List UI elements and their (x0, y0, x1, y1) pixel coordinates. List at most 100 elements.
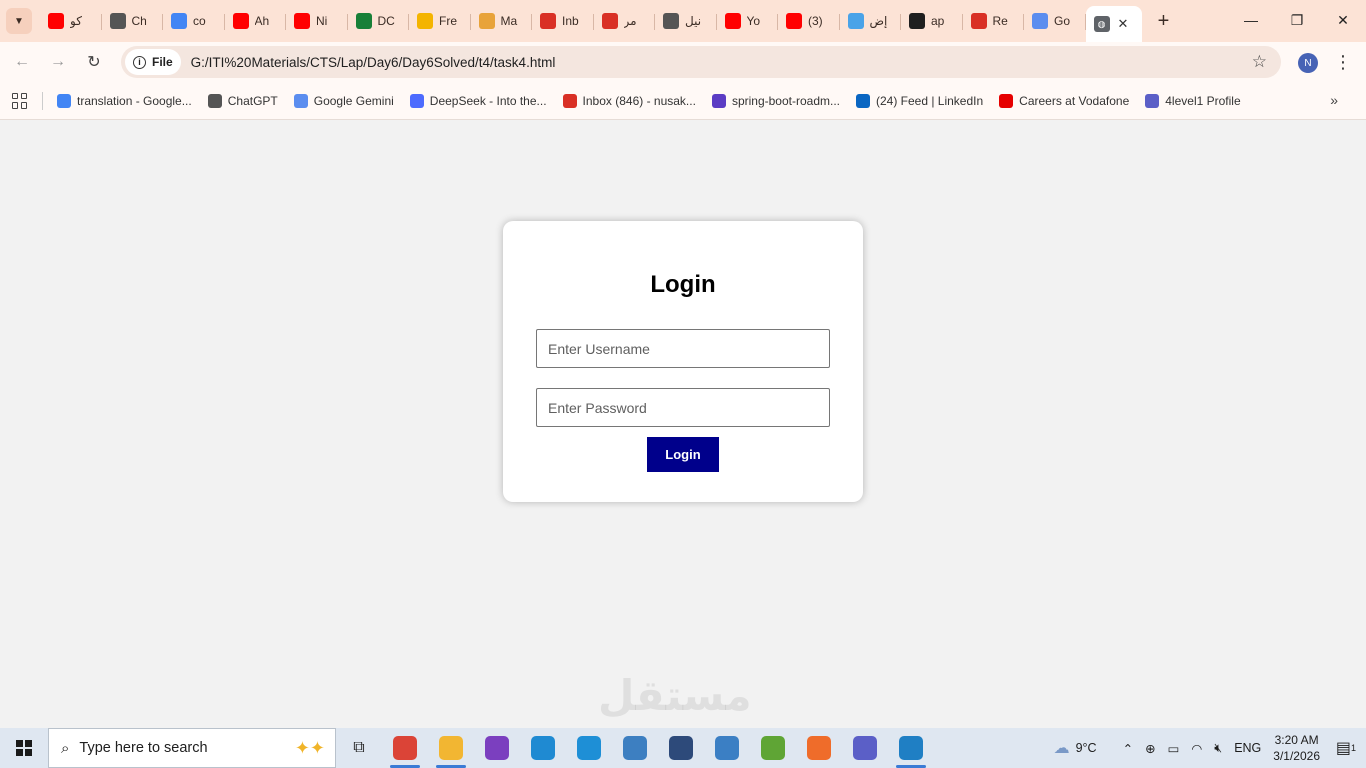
language-indicator[interactable]: ENG (1228, 728, 1267, 768)
taskbar-app-chrome[interactable] (382, 728, 428, 768)
taskbar-app-app-2[interactable] (704, 728, 750, 768)
login-button[interactable]: Login (647, 437, 719, 472)
restore-button[interactable]: ❐ (1274, 0, 1320, 40)
youtube-icon (48, 13, 64, 29)
browser-tab[interactable]: (3) (778, 5, 840, 37)
bookmarks-divider (42, 91, 43, 110)
browser-tab[interactable]: Yo (717, 5, 779, 37)
browser-tab[interactable]: Re (963, 5, 1025, 37)
chevron-double-right-icon[interactable]: » (1330, 92, 1338, 108)
bookmark-label: Careers at Vodafone (1019, 93, 1130, 108)
bookmark-item[interactable]: Google Gemini (293, 93, 394, 108)
bookmark-item[interactable]: translation - Google... (57, 93, 192, 108)
network-status[interactable]: ⊕ (1139, 728, 1161, 768)
tray-overflow-button[interactable]: ⌃ (1117, 728, 1139, 768)
sparkle-icon: ✦✦ (294, 737, 325, 758)
taskbar-app-vscode[interactable] (520, 728, 566, 768)
wifi-status[interactable]: ◠ (1185, 728, 1208, 768)
volume-control[interactable]: 🔇︎ (1208, 728, 1228, 768)
taskbar: ⌕ Type here to search ✦✦ ⧉ ☁ 9°C ⌃ ⊕ ▭ ◠… (0, 728, 1366, 768)
bookmark-item[interactable]: Careers at Vodafone (999, 93, 1130, 108)
back-button[interactable]: ← (4, 44, 40, 80)
browser-tab[interactable]: Inb (532, 5, 594, 37)
window-controls: — ❐ ✕ (1228, 0, 1366, 40)
folder-icon (439, 736, 463, 760)
address-bar[interactable]: i File G:/ITI%20Materials/CTS/Lap/Day6/D… (121, 46, 1281, 78)
browser-tab[interactable]: Go (1024, 5, 1086, 37)
browser-tab[interactable]: DC (348, 5, 410, 37)
taskbar-search[interactable]: ⌕ Type here to search ✦✦ (48, 728, 336, 768)
bookmark-label: DeepSeek - Into the... (429, 93, 547, 108)
bookmark-item[interactable]: (24) Feed | LinkedIn (855, 93, 983, 108)
browser-tab[interactable]: نيل (655, 5, 717, 37)
browser-tab-active[interactable]: ◍ ✕ (1085, 6, 1142, 42)
browser-tab[interactable]: Ch (102, 5, 164, 37)
username-input[interactable] (536, 329, 830, 368)
notification-count: 1 (1351, 743, 1357, 753)
browser-tab[interactable]: Ah (225, 5, 287, 37)
chrome-icon (393, 736, 417, 760)
browser-tab[interactable]: Ni (286, 5, 348, 37)
bookmark-item[interactable]: 4level1 Profile (1145, 93, 1241, 108)
bookmark-item[interactable]: Inbox (846) - nusak... (562, 93, 696, 108)
tab-list: كو Ch co Ah Ni DC Fre Ma Inb مر نيل Yo (3) إض ap Re Go ◍ ✕ (40, 0, 1142, 42)
taskbar-app-teams[interactable] (842, 728, 888, 768)
reload-button[interactable]: ↻ (76, 44, 112, 80)
close-tab-icon[interactable]: ✕ (1118, 16, 1129, 32)
notifications-button[interactable]: ▤ 1 (1326, 728, 1366, 768)
profile-avatar[interactable]: N (1298, 53, 1318, 73)
visual-studio-icon (485, 736, 509, 760)
globe-icon: ⊕ (1145, 741, 1156, 756)
browser-tab[interactable]: Fre (409, 5, 471, 37)
app-icon (669, 736, 693, 760)
taskbar-app-file-explorer[interactable] (428, 728, 474, 768)
apps-grid-icon[interactable] (12, 92, 28, 109)
clock[interactable]: 3:20 AM 3/1/2026 (1267, 728, 1326, 768)
minimize-icon: — (1244, 12, 1258, 28)
browser-tab[interactable]: مر (594, 5, 656, 37)
reload-icon: ↻ (87, 54, 101, 71)
tab-search-button[interactable]: ▼ (6, 8, 32, 34)
site-info-chip[interactable]: i File (125, 49, 181, 75)
bookmark-label: translation - Google... (77, 93, 192, 108)
bookmark-item[interactable]: DeepSeek - Into the... (409, 93, 547, 108)
browser-tab[interactable]: إض (840, 5, 902, 37)
password-input[interactable] (536, 388, 830, 427)
tab-title: كو (70, 14, 82, 28)
chatgpt-icon (109, 13, 126, 29)
browser-tab[interactable]: Ma (471, 5, 533, 37)
star-icon[interactable]: ☆ (1252, 52, 1267, 72)
weather-temp: 9°C (1075, 741, 1097, 755)
close-window-button[interactable]: ✕ (1320, 0, 1366, 40)
browser-tab[interactable]: ap (901, 5, 963, 37)
browser-tab[interactable]: co (163, 5, 225, 37)
taskbar-app-spring[interactable] (750, 728, 796, 768)
vscode-icon (531, 736, 555, 760)
minimize-button[interactable]: — (1228, 0, 1274, 40)
forward-button[interactable]: → (40, 44, 76, 80)
taskbar-app-photos[interactable] (888, 728, 934, 768)
browser-menu-icon[interactable]: ⋮ (1334, 50, 1352, 76)
tab-title: Ni (316, 14, 328, 28)
bookmark-item[interactable]: spring-boot-roadm... (711, 93, 840, 108)
taskbar-app-sql-server[interactable] (612, 728, 658, 768)
taskbar-app-edge[interactable] (566, 728, 612, 768)
browser-tab[interactable]: كو (40, 5, 102, 37)
battery-status[interactable]: ▭ (1162, 728, 1186, 768)
arrow-right-icon: → (50, 53, 66, 70)
taskbar-app-app-1[interactable] (658, 728, 704, 768)
bookmark-item[interactable]: ChatGPT (207, 93, 278, 108)
url-text[interactable]: G:/ITI%20Materials/CTS/Lap/Day6/Day6Solv… (191, 55, 556, 70)
taskbar-app-visual-studio[interactable] (474, 728, 520, 768)
tab-title: مر (623, 14, 637, 28)
start-button[interactable] (0, 728, 48, 768)
chevron-up-icon: ⌃ (1122, 741, 1134, 756)
tab-title: Inb (562, 14, 579, 28)
weather-widget[interactable]: ☁ 9°C (1048, 728, 1103, 768)
taskbar-app-postman[interactable] (796, 728, 842, 768)
tab-title: Re (992, 14, 1008, 28)
new-tab-button[interactable]: + (1150, 7, 1178, 35)
youtube-icon (724, 13, 741, 29)
task-view-button[interactable]: ⧉ (336, 728, 382, 768)
bookmark-label: spring-boot-roadm... (731, 93, 840, 108)
